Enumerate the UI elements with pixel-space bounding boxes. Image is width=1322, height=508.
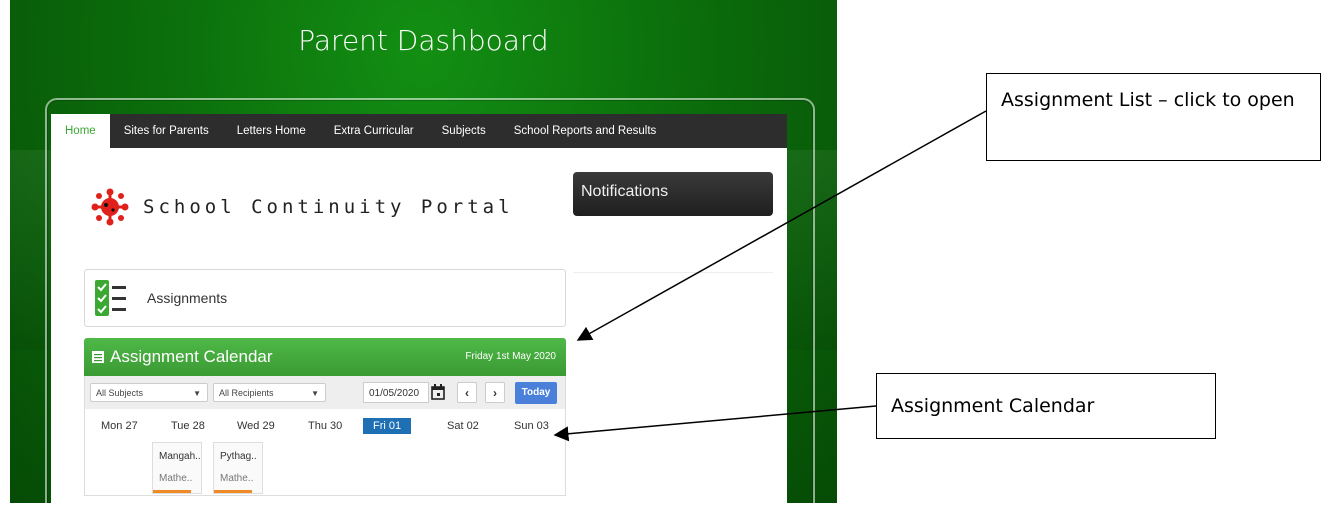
portal-title: School Continuity Portal (143, 196, 514, 218)
day-header-thu[interactable]: Thu 30 (308, 420, 342, 432)
assignment-event-card[interactable]: Mangah.. Mathe.. (152, 442, 202, 494)
day-header-wed[interactable]: Wed 29 (237, 420, 275, 432)
notifications-label: Notifications (581, 183, 669, 200)
checklist-icon (95, 280, 126, 316)
main-content: School Continuity Portal Notifications A… (51, 148, 787, 508)
nav-item-school-reports[interactable]: School Reports and Results (500, 114, 671, 148)
day-header-sun[interactable]: Sun 03 (514, 420, 549, 432)
calendar-header: Assignment Calendar Friday 1st May 2020 (84, 338, 566, 376)
next-week-button[interactable]: › (485, 382, 505, 403)
event-subject: Mathe.. (220, 473, 254, 484)
virus-logo-icon (91, 188, 129, 226)
nav-item-extra-curricular[interactable]: Extra Curricular (320, 114, 428, 148)
recipient-filter-value: All Recipients (219, 388, 274, 398)
nav-item-letters-home[interactable]: Letters Home (223, 114, 320, 148)
chevron-down-icon: ▼ (193, 389, 201, 398)
recipient-filter-select[interactable]: All Recipients ▼ (213, 383, 326, 402)
calendar-picker-icon[interactable] (431, 384, 445, 400)
day-header-sat[interactable]: Sat 02 (447, 420, 479, 432)
calendar-toolbar: All Subjects ▼ All Recipients ▼ 01/05/20… (84, 376, 566, 409)
event-status-bar (153, 490, 191, 493)
divider (573, 272, 773, 273)
event-status-bar (214, 490, 252, 493)
nav-item-subjects[interactable]: Subjects (428, 114, 500, 148)
assignment-event-card[interactable]: Pythag.. Mathe.. (213, 442, 263, 494)
previous-week-button[interactable]: ‹ (457, 382, 477, 403)
callout-assignment-list-text: Assignment List – click to open (1001, 89, 1295, 111)
assignments-label: Assignments (147, 290, 228, 306)
callout-assignment-list: Assignment List – click to open (986, 73, 1321, 161)
calendar-title: Assignment Calendar (110, 347, 273, 366)
nav-item-sites-for-parents[interactable]: Sites for Parents (110, 114, 223, 148)
calendar-week: Mon 27 Tue 28 Wed 29 Thu 30 Fri 01 Sat 0… (84, 409, 566, 496)
top-nav: Home Sites for Parents Letters Home Extr… (51, 114, 787, 148)
chevron-down-icon: ▼ (311, 389, 319, 398)
event-title: Mangah.. (159, 451, 201, 462)
callout-assignment-calendar-text: Assignment Calendar (891, 395, 1095, 417)
subject-filter-select[interactable]: All Subjects ▼ (90, 383, 208, 402)
assignment-list-button[interactable]: Assignments (84, 269, 566, 327)
calendar-date: Friday 1st May 2020 (465, 351, 556, 362)
calendar-list-icon (92, 351, 104, 363)
day-header-tue[interactable]: Tue 28 (171, 420, 205, 432)
day-header-mon[interactable]: Mon 27 (101, 420, 138, 432)
subject-filter-value: All Subjects (96, 388, 144, 398)
callout-assignment-calendar: Assignment Calendar (876, 373, 1216, 439)
date-input[interactable]: 01/05/2020 (363, 382, 429, 403)
today-button[interactable]: Today (515, 382, 557, 404)
event-subject: Mathe.. (159, 473, 193, 484)
page-title: Parent Dashboard (298, 24, 549, 57)
nav-item-home[interactable]: Home (51, 114, 110, 148)
day-header-fri-selected[interactable]: Fri 01 (363, 418, 412, 434)
portal-logo: School Continuity Portal (91, 188, 514, 226)
event-title: Pythag.. (220, 451, 257, 462)
notifications-panel[interactable]: Notifications (573, 172, 773, 216)
